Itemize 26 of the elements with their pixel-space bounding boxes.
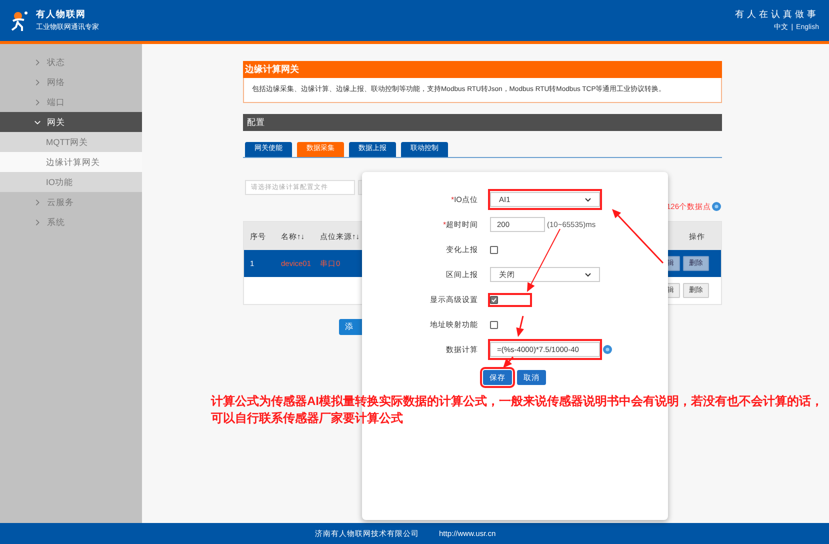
help-icon[interactable] bbox=[712, 202, 721, 212]
sidebar-subitem[interactable]: 边缘计算网关 bbox=[0, 152, 142, 172]
arrow bbox=[503, 356, 514, 368]
arrow bbox=[527, 228, 560, 292]
sidebar-item[interactable]: 网关 bbox=[0, 112, 142, 132]
section-title-bar: 边缘计算网关 bbox=[243, 61, 722, 78]
arrow bbox=[612, 209, 664, 264]
checkbox[interactable] bbox=[490, 246, 498, 254]
checkbox[interactable] bbox=[490, 296, 498, 304]
chevron-right-icon bbox=[34, 58, 41, 66]
chevron-right-icon bbox=[34, 218, 41, 226]
chevron-right-icon bbox=[34, 198, 41, 206]
help-icon[interactable] bbox=[603, 345, 612, 354]
slogan: 有人在认真做事 bbox=[735, 8, 819, 20]
check-icon bbox=[491, 296, 497, 302]
arrow bbox=[516, 316, 524, 337]
chevron-right-icon bbox=[34, 98, 41, 106]
caret-icon bbox=[585, 272, 591, 276]
logo-icon bbox=[10, 10, 30, 32]
config-title-bar: 配置 bbox=[243, 114, 722, 131]
chevron-down-icon bbox=[34, 118, 41, 126]
caret-icon bbox=[585, 198, 591, 202]
chevron-right-icon bbox=[34, 78, 41, 86]
brand-name: 有人物联网 bbox=[36, 8, 87, 20]
checkbox[interactable] bbox=[490, 320, 498, 328]
annotation-text: 计算公式为传感器AI模拟量转换实际数据的计算公式，一般来说传感器说明书中会有说明，若没有也不会计算的话， 可以自行联系传感器厂家要计算公式 bbox=[211, 393, 823, 427]
